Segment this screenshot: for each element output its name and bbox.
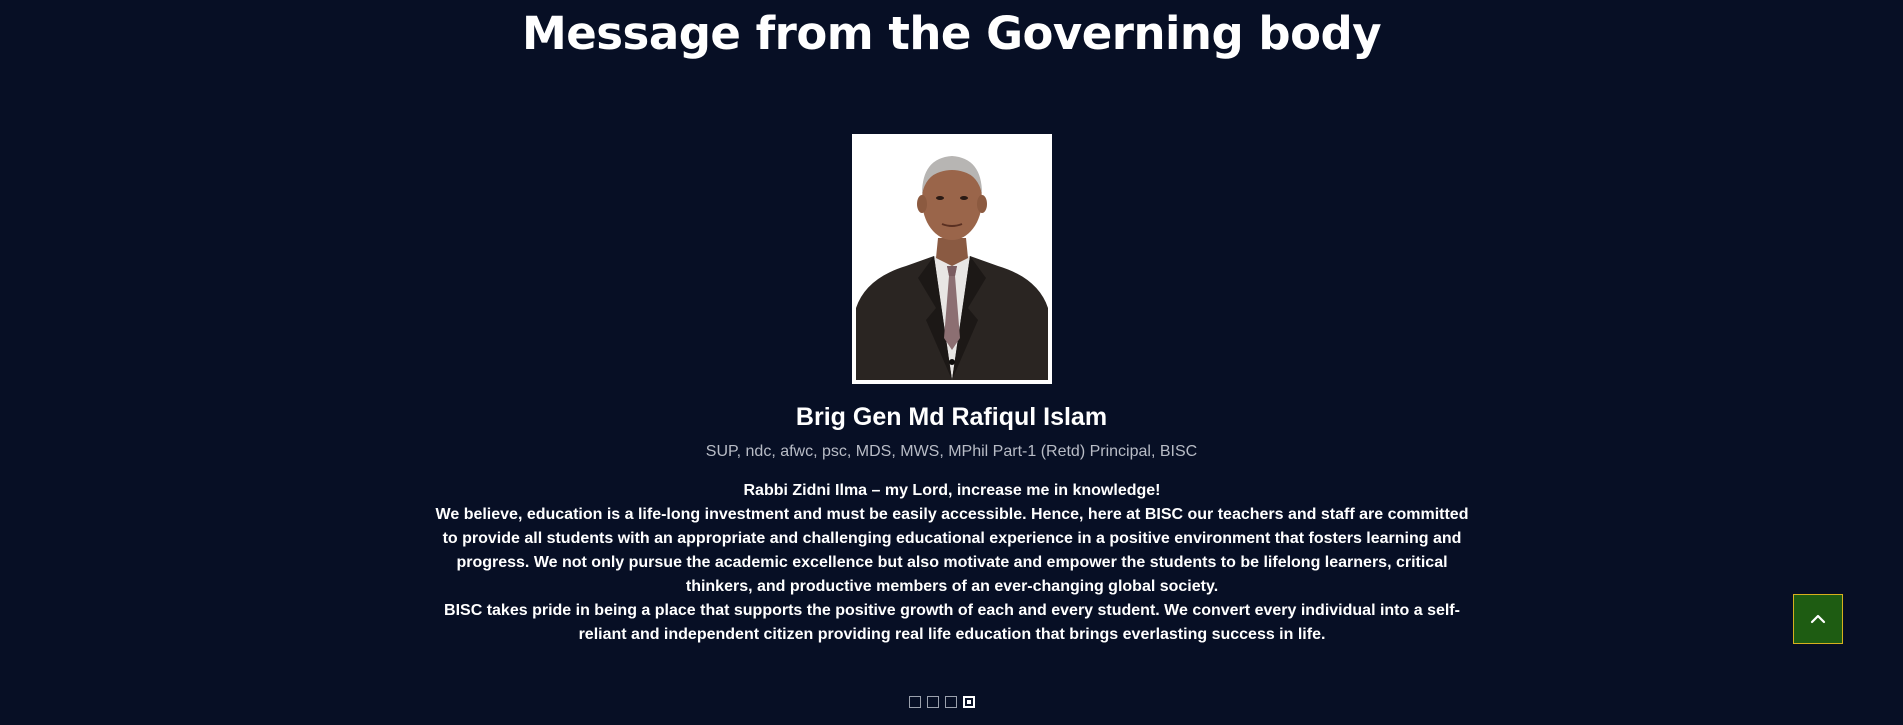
message-line-1: Rabbi Zidni Ilma – my Lord, increase me … [743,482,1161,499]
principal-photo [856,138,1048,380]
principal-photo-frame [852,134,1052,384]
section-title: Message from the Governing body [521,7,1382,60]
carousel-dot-3[interactable] [945,696,957,708]
person-title: SUP, ndc, afwc, psc, MDS, MWS, MPhil Par… [705,443,1198,460]
message-line-3: BISC takes pride in being a place that s… [444,602,1460,643]
message-line-2: We believe, education is a life-long inv… [435,506,1469,595]
chevron-up-icon [1810,614,1826,624]
person-name: Brig Gen Md Rafiqul Islam [795,403,1108,431]
carousel-pagination [909,696,975,708]
message-body: Rabbi Zidni Ilma – my Lord, increase me … [432,479,1472,647]
scroll-to-top-button[interactable] [1793,594,1843,644]
carousel-dot-2[interactable] [927,696,939,708]
carousel-dot-4[interactable] [963,696,975,708]
carousel-dot-1[interactable] [909,696,921,708]
